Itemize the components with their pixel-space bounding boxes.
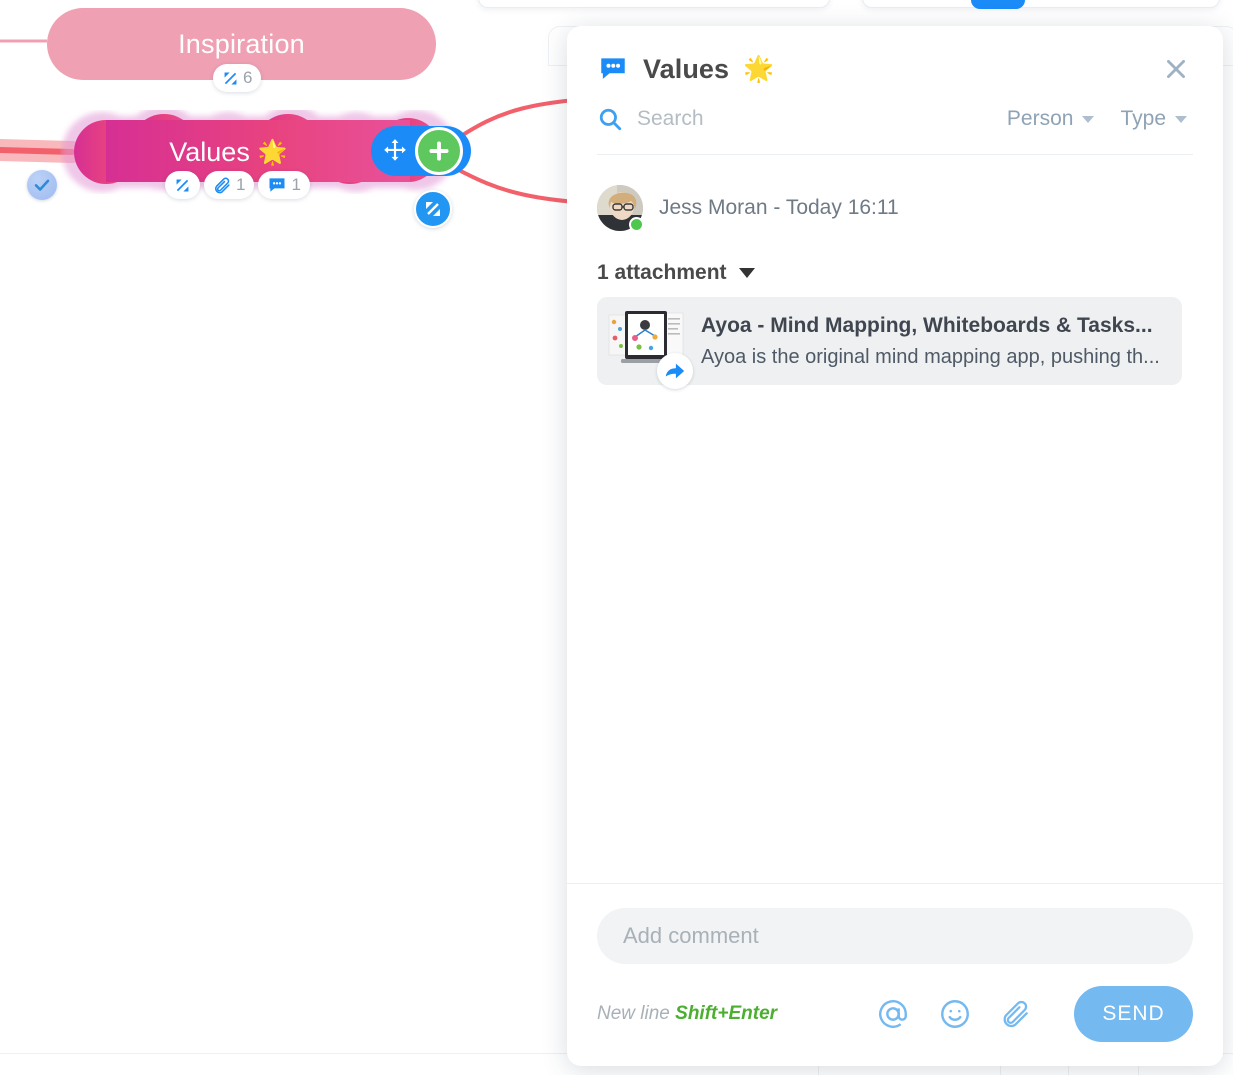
attachment-share-button[interactable] <box>657 353 693 389</box>
filter-person[interactable]: Person <box>1001 107 1101 131</box>
mention-button[interactable] <box>876 997 910 1031</box>
app-canvas: Inspiration 6 Values 🌟 1 1 Values 🌟 Sear… <box>0 0 1233 1075</box>
panel-footer: New line Shift+Enter <box>567 883 1223 1066</box>
footer-actions: New line Shift+Enter SEND <box>597 986 1193 1042</box>
panel-title: Values <box>643 53 730 84</box>
panel-header: Values 🌟 Person <box>567 26 1223 155</box>
comment-icon <box>269 178 285 192</box>
node-children-badge[interactable]: 6 <box>213 64 262 92</box>
toolbar-primary-button[interactable] <box>971 0 1025 9</box>
expand-icon <box>426 202 440 216</box>
attachment-title: Ayoa - Mind Mapping, Whiteboards & Tasks… <box>701 313 1153 337</box>
chevron-down-icon <box>1082 115 1095 123</box>
chevron-down-icon <box>1175 115 1187 123</box>
caret-down-icon <box>738 268 755 278</box>
close-button[interactable] <box>1159 52 1193 86</box>
search-input[interactable] <box>637 107 987 131</box>
filter-person-label: Person <box>1006 107 1074 130</box>
attachment-thumbnail <box>605 305 693 389</box>
attachment-card[interactable]: Ayoa - Mind Mapping, Whiteboards & Tasks… <box>597 297 1182 389</box>
message-list: Jess Moran - Today 16:11 1 attachment Ay… <box>567 155 1223 883</box>
node-collapse-badge[interactable] <box>165 171 200 199</box>
node-complete-badge[interactable] <box>27 170 57 200</box>
move-icon <box>384 139 406 161</box>
comment-panel: Values 🌟 Person <box>567 26 1223 1066</box>
attachments-toggle[interactable]: 1 attachment <box>597 261 1193 285</box>
comment-input[interactable] <box>597 908 1193 964</box>
node-badges: 1 1 <box>165 171 310 199</box>
node-comment-badge[interactable]: 1 <box>258 171 310 199</box>
node-label: Inspiration <box>178 28 305 59</box>
plus-icon <box>429 141 449 161</box>
top-toolbar-right[interactable] <box>862 0 1220 9</box>
collapse-icon <box>224 72 237 84</box>
node-add-button[interactable] <box>415 127 463 175</box>
collapse-icon <box>176 179 189 191</box>
attach-button[interactable] <box>1000 998 1032 1030</box>
hint-prefix: New line <box>597 1003 676 1024</box>
filter-type[interactable]: Type <box>1114 107 1193 131</box>
mention-icon <box>879 1000 907 1028</box>
badge-count: 1 <box>236 175 246 194</box>
badge-count: 1 <box>291 175 301 194</box>
emoji-icon <box>941 1000 969 1028</box>
node-action-group <box>371 126 471 176</box>
message-header: Jess Moran - Today 16:11 <box>597 185 1193 232</box>
attachment-description: Ayoa is the original mind mapping app, p… <box>701 345 1160 368</box>
status-online-dot <box>629 217 644 232</box>
avatar[interactable] <box>597 185 644 232</box>
panel-title-row: Values 🌟 <box>597 52 1193 86</box>
newline-hint: New line Shift+Enter <box>597 1003 777 1025</box>
composer-icons: SEND <box>876 986 1193 1042</box>
attach-icon <box>1003 1000 1028 1028</box>
node-expand-button[interactable] <box>414 190 452 228</box>
paperclip-icon <box>215 177 230 193</box>
share-arrow-icon <box>665 363 685 379</box>
emoji-button[interactable] <box>938 997 972 1031</box>
check-icon <box>34 179 50 191</box>
search-row: Person Type <box>597 86 1193 155</box>
comment-bubble-icon <box>601 58 625 79</box>
hint-shortcut: Shift+Enter <box>675 1003 778 1024</box>
filter-type-label: Type <box>1120 107 1166 130</box>
badge-count: 6 <box>243 68 253 87</box>
send-button[interactable]: SEND <box>1074 986 1193 1042</box>
panel-title-emoji: 🌟 <box>743 54 775 83</box>
attachments-label: 1 attachment <box>597 261 727 284</box>
close-icon <box>1167 60 1185 78</box>
node-attachment-badge[interactable]: 1 <box>204 171 255 199</box>
message-author: Jess Moran - Today 16:11 <box>659 196 899 219</box>
search-icon[interactable] <box>597 106 623 132</box>
attachment-text: Ayoa - Mind Mapping, Whiteboards & Tasks… <box>701 314 1160 369</box>
